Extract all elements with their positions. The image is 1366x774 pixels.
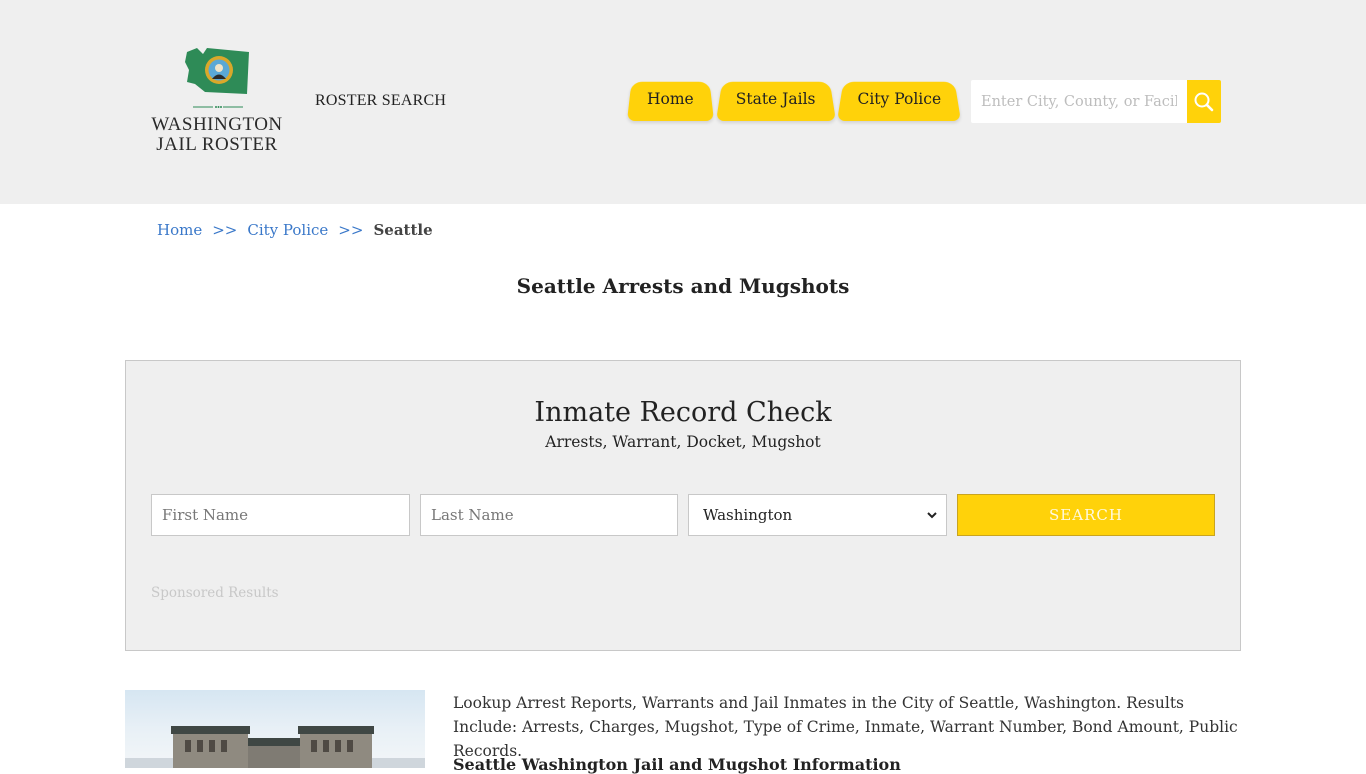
logo-line-1: WASHINGTON — [151, 114, 283, 135]
logo-text: WASHINGTON JAIL ROSTER — [148, 115, 286, 155]
seattle-jail-photo — [125, 690, 425, 768]
site-logo[interactable]: WASHINGTON JAIL ROSTER — [148, 44, 286, 160]
state-select[interactable]: Washington — [688, 494, 947, 536]
record-check-title: Inmate Record Check — [534, 397, 832, 428]
breadcrumb-current: Seattle — [373, 221, 433, 239]
intro-paragraph: Lookup Arrest Reports, Warrants and Jail… — [453, 694, 1238, 760]
last-name-input[interactable] — [420, 494, 678, 536]
logo-line-2: JAIL ROSTER — [156, 134, 278, 155]
nav-tab-city-police[interactable]: City Police — [837, 77, 961, 121]
nav-tab-home[interactable]: Home — [627, 77, 714, 121]
breadcrumb-separator: >> — [338, 221, 364, 239]
nav-tab-label: State Jails — [735, 90, 816, 108]
site-search-input[interactable] — [971, 80, 1187, 123]
roster-search-link[interactable]: ROSTER SEARCH — [315, 92, 446, 110]
washington-state-map-icon — [185, 48, 249, 94]
sponsored-results-label: Sponsored Results — [151, 585, 279, 601]
search-icon — [1194, 92, 1214, 111]
state-select-value: Washington — [703, 506, 793, 524]
main-nav: Home State Jails City Police — [627, 77, 963, 121]
site-search — [971, 80, 1221, 123]
site-search-button[interactable] — [1187, 80, 1221, 123]
page-title: Seattle Arrests and Mugshots — [516, 274, 850, 298]
inmate-record-check-panel: Inmate Record Check Arrests, Warrant, Do… — [125, 360, 1241, 651]
breadcrumb-city-police[interactable]: City Police — [247, 221, 328, 239]
breadcrumb: Home >> City Police >> Seattle — [157, 221, 433, 239]
nav-tab-label: Home — [647, 90, 694, 108]
breadcrumb-home[interactable]: Home — [157, 221, 202, 239]
record-search-button[interactable]: SEARCH — [957, 494, 1215, 536]
breadcrumb-separator: >> — [212, 221, 238, 239]
first-name-input[interactable] — [151, 494, 410, 536]
jail-info-heading: Seattle Washington Jail and Mugshot Info… — [453, 755, 901, 774]
nav-tab-label: City Police — [857, 90, 942, 108]
nav-tab-state-jails[interactable]: State Jails — [716, 77, 836, 121]
site-header: WASHINGTON JAIL ROSTER ROSTER SEARCH Hom… — [0, 0, 1366, 204]
record-check-subtitle: Arrests, Warrant, Docket, Mugshot — [545, 433, 821, 451]
logo-divider — [193, 106, 243, 108]
chevron-down-icon — [927, 512, 937, 519]
building-image — [125, 726, 425, 768]
